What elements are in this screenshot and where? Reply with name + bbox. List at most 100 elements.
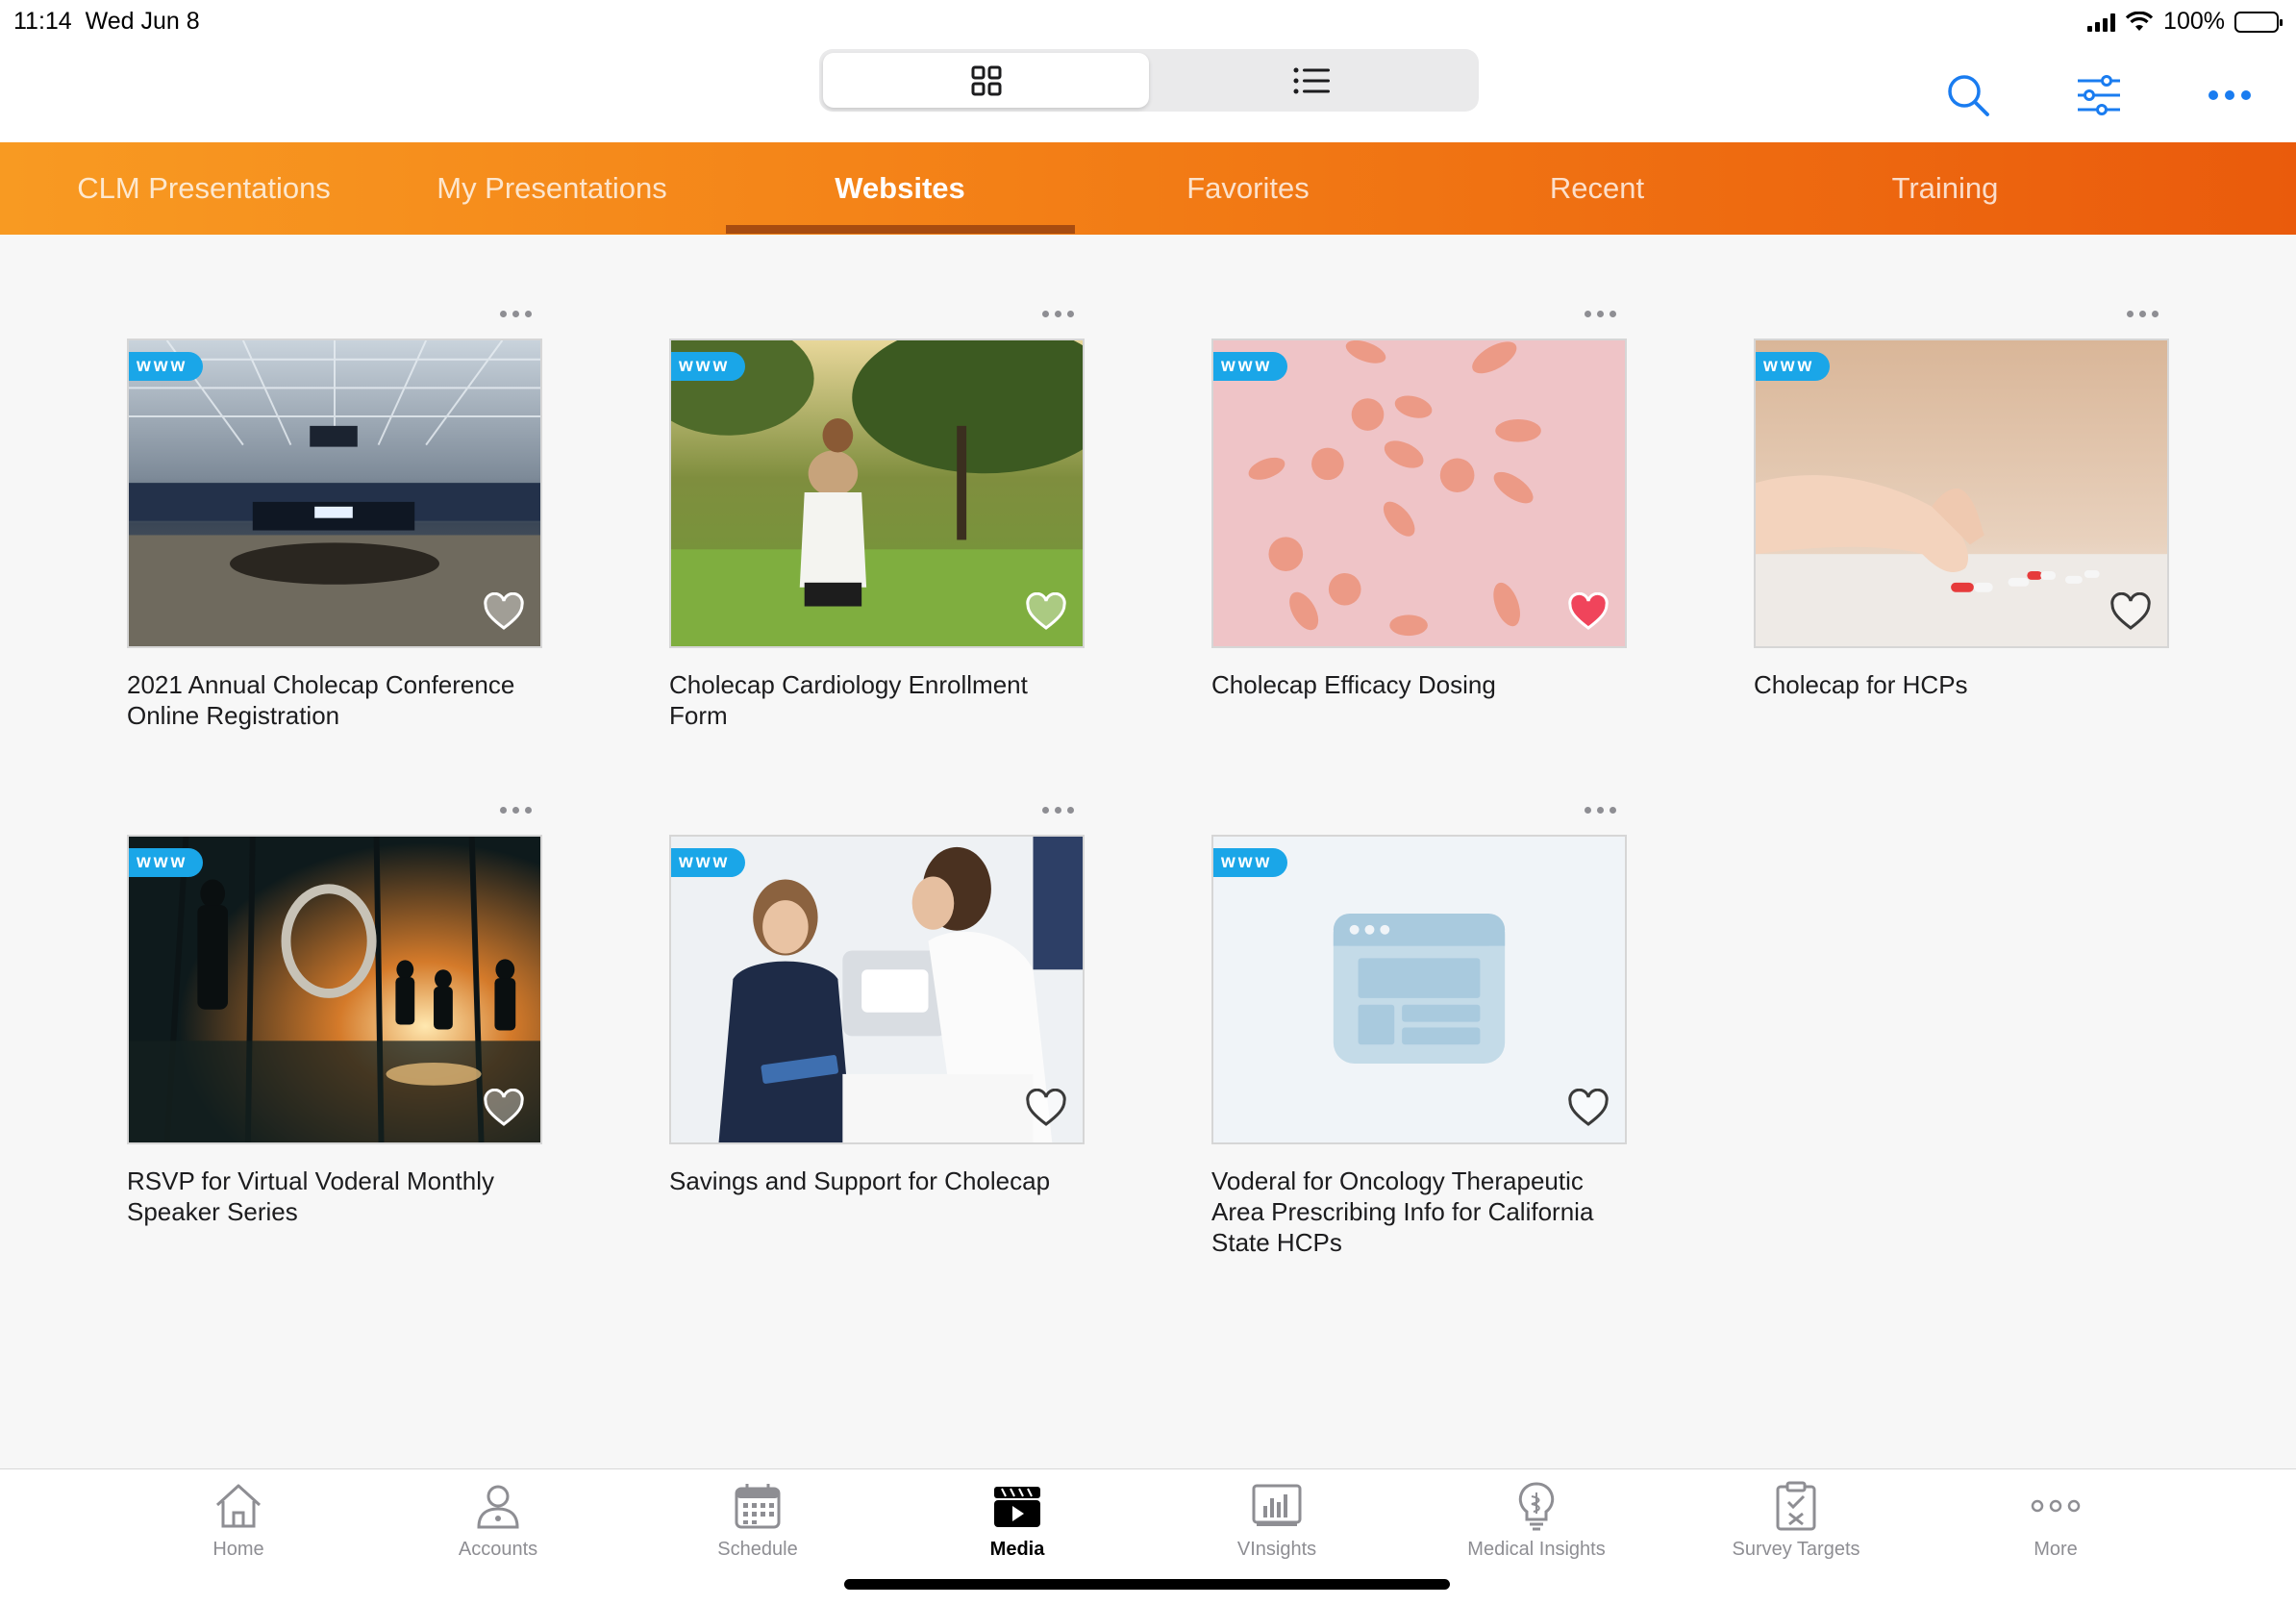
card-thumbnail[interactable]: www — [127, 835, 542, 1144]
top-header: 11:14 Wed Jun 8 100% — [0, 0, 2296, 142]
clinic-consultation-photo — [671, 837, 1083, 1142]
nav-accounts[interactable]: Accounts — [392, 1479, 604, 1575]
tab-websites[interactable]: Websites — [726, 142, 1074, 235]
nav-home[interactable]: Home — [133, 1479, 344, 1575]
card-options-button[interactable] — [1579, 302, 1621, 325]
view-mode-toggle — [819, 49, 1479, 112]
cellular-signal-icon — [2087, 13, 2116, 32]
card-options-button[interactable] — [494, 302, 537, 325]
website-badge: www — [671, 848, 746, 877]
nav-label: Accounts — [458, 1539, 538, 1560]
person-icon — [477, 1485, 519, 1529]
nav-medical-insights[interactable]: Medical Insights — [1431, 1479, 1642, 1575]
website-card: www RSVP for Virtual Voderal Monthly Spe… — [127, 806, 542, 1227]
website-card: www Savings and Support for Cholecap — [669, 806, 1085, 1196]
website-badge: www — [671, 352, 746, 381]
website-badge: www — [1213, 352, 1288, 381]
website-badge: www — [129, 352, 204, 381]
category-tab-bar: CLM Presentations My Presentations Websi… — [0, 142, 2296, 235]
website-placeholder-icon — [1213, 837, 1625, 1142]
status-time: 11:14 Wed Jun 8 — [13, 8, 200, 36]
card-options-button[interactable] — [1036, 798, 1079, 821]
home-indicator[interactable] — [844, 1579, 1450, 1590]
nav-label: VInsights — [1236, 1539, 1317, 1560]
search-button[interactable] — [1942, 69, 1994, 121]
grid-icon — [971, 65, 1001, 95]
home-icon — [215, 1484, 262, 1528]
card-thumbnail[interactable]: www — [1754, 339, 2169, 648]
card-title: Cholecap Cardiology Enrollment Form — [669, 670, 1028, 730]
nav-label: Home — [212, 1539, 264, 1560]
card-title: Cholecap Efficacy Dosing — [1211, 670, 1496, 699]
nav-label: Schedule — [717, 1539, 798, 1560]
tab-favorites[interactable]: Favorites — [1074, 142, 1422, 235]
nav-vinsights[interactable]: VInsights — [1171, 1479, 1383, 1575]
clipboard-check-icon — [1776, 1481, 1816, 1531]
wifi-icon — [2125, 11, 2154, 31]
list-icon — [1293, 67, 1330, 93]
nav-label: Survey Targets — [1732, 1539, 1860, 1560]
tab-training[interactable]: Training — [1771, 142, 2119, 235]
sliders-icon — [2078, 75, 2120, 115]
website-card: www Cholecap Cardiology Enrollment Form — [669, 310, 1085, 731]
card-options-button[interactable] — [1579, 798, 1621, 821]
hand-with-capsules-photo — [1756, 340, 2167, 646]
card-thumbnail[interactable]: www — [669, 339, 1085, 648]
favorite-heart-icon[interactable] — [2109, 592, 2152, 631]
tab-clm-presentations[interactable]: CLM Presentations — [30, 142, 378, 235]
website-badge: www — [1756, 352, 1831, 381]
website-card: www Cholecap Efficacy Dosing — [1211, 310, 1627, 700]
runner-in-park-photo — [671, 340, 1083, 646]
calendar-icon — [735, 1484, 781, 1529]
card-title: Cholecap for HCPs — [1754, 670, 1968, 699]
card-title: Voderal for Oncology Therapeutic Area Pr… — [1211, 1166, 1594, 1257]
list-view-button[interactable] — [1149, 53, 1475, 108]
card-thumbnail[interactable]: www — [1211, 339, 1627, 648]
pills-on-pink-photo — [1213, 340, 1625, 646]
favorite-heart-icon[interactable] — [483, 1089, 525, 1127]
nav-survey-targets[interactable]: Survey Targets — [1690, 1479, 1902, 1575]
status-clock: 11:14 — [13, 8, 72, 35]
favorite-heart-icon[interactable] — [1025, 1089, 1067, 1127]
card-title: 2021 Annual Cholecap Conference Online R… — [127, 670, 515, 730]
nav-more[interactable]: More — [1950, 1479, 2161, 1575]
media-clapper-icon — [994, 1487, 1040, 1527]
battery-icon — [2234, 11, 2283, 33]
nav-label: Medical Insights — [1467, 1539, 1606, 1560]
more-dots-icon — [2031, 1499, 2081, 1513]
grid-view-button[interactable] — [823, 53, 1149, 108]
bar-chart-icon — [1252, 1484, 1302, 1526]
ellipsis-icon — [2209, 90, 2251, 100]
nav-label: More — [2034, 1539, 2078, 1560]
card-options-button[interactable] — [1036, 302, 1079, 325]
status-date: Wed Jun 8 — [85, 8, 200, 35]
card-thumbnail[interactable]: www — [127, 339, 542, 648]
website-badge: www — [129, 848, 204, 877]
active-tab-indicator — [726, 225, 1075, 234]
search-icon — [1948, 75, 1989, 116]
favorite-heart-icon[interactable] — [1567, 1089, 1610, 1127]
lightbulb-icon — [1518, 1482, 1555, 1531]
favorite-heart-icon[interactable] — [483, 592, 525, 631]
card-thumbnail[interactable]: www — [1211, 835, 1627, 1144]
tab-recent[interactable]: Recent — [1423, 142, 1771, 235]
filter-button[interactable] — [2073, 69, 2125, 121]
event-silhouettes-photo — [129, 837, 540, 1142]
tab-my-presentations[interactable]: My Presentations — [378, 142, 726, 235]
website-card: www Cholecap for HCPs — [1754, 310, 2169, 700]
website-card: www Voderal for Oncology Therapeutic Are… — [1211, 806, 1627, 1258]
favorite-heart-icon[interactable] — [1567, 592, 1610, 631]
website-badge: www — [1213, 848, 1288, 877]
card-options-button[interactable] — [494, 798, 537, 821]
nav-schedule[interactable]: Schedule — [652, 1479, 863, 1575]
favorite-heart-icon[interactable] — [1025, 592, 1067, 631]
status-indicators: 100% — [2087, 8, 2283, 36]
card-title: RSVP for Virtual Voderal Monthly Speaker… — [127, 1166, 495, 1226]
card-options-button[interactable] — [2121, 302, 2163, 325]
nav-media[interactable]: Media — [911, 1479, 1123, 1575]
card-thumbnail[interactable]: www — [669, 835, 1085, 1144]
website-card: www 2021 Annual Cholecap Conference Onli… — [127, 310, 542, 731]
card-title: Savings and Support for Cholecap — [669, 1166, 1051, 1195]
nav-label: Media — [989, 1539, 1045, 1560]
more-actions-button[interactable] — [2204, 69, 2256, 121]
